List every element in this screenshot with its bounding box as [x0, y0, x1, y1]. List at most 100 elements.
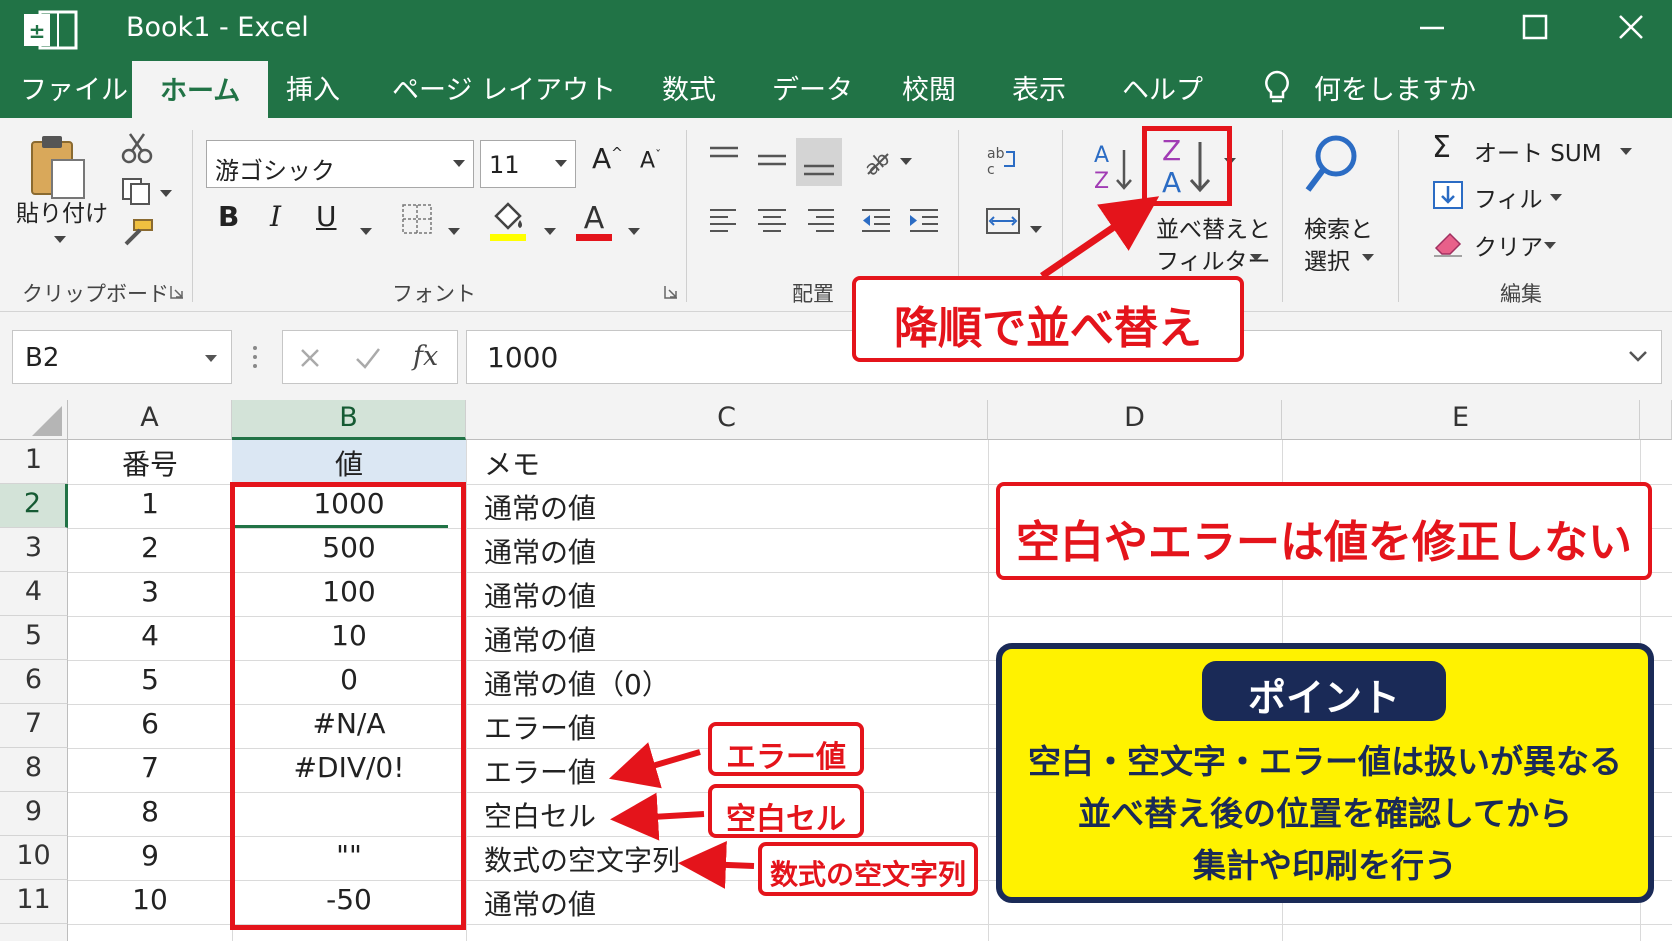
tab-file[interactable]: ファイル [20, 68, 128, 107]
font-color-icon[interactable]: A [574, 198, 614, 242]
underline-button[interactable]: U [316, 200, 337, 233]
cell-c[interactable]: 通常の値 [466, 616, 988, 660]
cell-b[interactable]: 値 [232, 440, 466, 484]
sort-ascending-icon[interactable]: A Z [1090, 140, 1136, 198]
find-magnifier-icon[interactable] [1302, 132, 1362, 200]
name-box-dropdown-icon[interactable] [205, 355, 217, 362]
fill-color-icon[interactable] [488, 198, 528, 242]
close-icon[interactable] [1608, 8, 1652, 48]
cell-a[interactable]: 9 [68, 836, 232, 880]
insert-function-icon[interactable]: fx [413, 341, 438, 372]
row-header[interactable]: 3 [0, 528, 68, 572]
maximize-icon[interactable] [1512, 8, 1556, 48]
cancel-icon[interactable] [297, 345, 323, 371]
font-color-chevron-icon[interactable] [628, 228, 640, 235]
tab-home[interactable]: ホーム [132, 61, 269, 118]
cell-a[interactable]: 10 [68, 880, 232, 924]
italic-button[interactable]: I [270, 200, 281, 233]
cell-c[interactable]: 通常の値（0） [466, 660, 988, 704]
find-select-label-line2[interactable]: 選択 [1304, 242, 1350, 276]
row-header[interactable]: 5 [0, 616, 68, 660]
sort-filter-chevron-icon[interactable] [1250, 254, 1262, 261]
cell-c[interactable]: 通常の値 [466, 572, 988, 616]
row-header[interactable]: 6 [0, 660, 68, 704]
font-size-combo[interactable]: 11 [480, 140, 576, 188]
font-size-dropdown-icon[interactable] [555, 160, 567, 167]
column-header-e[interactable]: E [1282, 400, 1640, 440]
minimize-icon[interactable] [1410, 8, 1454, 48]
tab-data[interactable]: データ [772, 68, 853, 107]
increase-font-size-icon[interactable]: A^ [592, 142, 623, 175]
underline-chevron-icon[interactable] [360, 228, 372, 235]
format-painter-icon[interactable] [118, 218, 154, 248]
align-middle-icon[interactable] [754, 142, 790, 178]
row-header[interactable]: 9 [0, 792, 68, 836]
fill-down-icon[interactable] [1432, 180, 1464, 210]
sort-filter-label-line1[interactable]: 並べ替えと [1156, 210, 1271, 244]
tab-formulas[interactable]: 数式 [662, 68, 716, 107]
tell-me-search[interactable]: 何をしますか [1314, 68, 1476, 107]
find-select-label-line1[interactable]: 検索と [1304, 210, 1373, 244]
cell-a[interactable]: 6 [68, 704, 232, 748]
cell-c[interactable]: 通常の値 [466, 484, 988, 528]
orientation-chevron-icon[interactable] [900, 158, 912, 165]
row-header[interactable]: 2 [0, 484, 68, 528]
autosum-label[interactable]: オート SUM [1474, 134, 1602, 168]
cell-a[interactable]: 7 [68, 748, 232, 792]
copy-icon[interactable] [120, 176, 154, 206]
column-header-c[interactable]: C [466, 400, 988, 440]
borders-chevron-icon[interactable] [448, 228, 460, 235]
tab-page-layout[interactable]: ページ レイアウト [392, 68, 616, 107]
row-header[interactable]: 8 [0, 748, 68, 792]
column-header-a[interactable]: A [68, 400, 232, 440]
paste-icon[interactable] [26, 132, 90, 202]
expand-formula-bar-icon[interactable] [1625, 343, 1651, 369]
merge-chevron-icon[interactable] [1030, 226, 1042, 233]
cell-c[interactable]: 通常の値 [466, 528, 988, 572]
tab-insert[interactable]: 挿入 [286, 68, 340, 107]
font-name-combo[interactable]: 游ゴシック [206, 140, 474, 188]
align-center-icon[interactable] [754, 204, 790, 238]
align-top-icon[interactable] [706, 142, 742, 178]
row-header[interactable]: 4 [0, 572, 68, 616]
clear-chevron-icon[interactable] [1544, 242, 1556, 249]
cell-a[interactable]: 番号 [68, 440, 232, 484]
dialog-launcher-icon[interactable] [170, 285, 184, 299]
clear-eraser-icon[interactable] [1432, 228, 1464, 258]
fill-chevron-icon[interactable] [1550, 194, 1562, 201]
bold-button[interactable]: B [218, 200, 239, 233]
borders-icon[interactable] [400, 202, 434, 236]
row-header[interactable]: 10 [0, 836, 68, 880]
autosum-icon[interactable]: Σ [1432, 130, 1451, 165]
cell-c[interactable]: メモ [466, 440, 988, 484]
paste-button-label[interactable]: 貼り付け [16, 194, 108, 228]
cell-a[interactable]: 5 [68, 660, 232, 704]
clear-label[interactable]: クリア [1474, 228, 1543, 262]
tab-review[interactable]: 校閲 [902, 68, 956, 107]
formula-bar-grip-icon[interactable] [248, 342, 262, 372]
orientation-icon[interactable]: ab [858, 142, 894, 178]
autosum-chevron-icon[interactable] [1620, 148, 1632, 155]
wrap-text-icon[interactable]: abc [984, 142, 1020, 178]
align-bottom-button[interactable] [796, 138, 842, 186]
decrease-font-size-icon[interactable]: Aˇ [640, 148, 661, 173]
paste-chevron-icon[interactable] [54, 236, 66, 243]
align-left-icon[interactable] [706, 204, 742, 238]
tab-help[interactable]: ヘルプ [1122, 68, 1203, 107]
font-name-dropdown-icon[interactable] [453, 160, 465, 167]
cell-a[interactable]: 8 [68, 792, 232, 836]
cell-a[interactable]: 1 [68, 484, 232, 528]
name-box[interactable]: B2 [12, 330, 232, 384]
column-header-b[interactable]: B [232, 400, 466, 440]
row-header[interactable]: 7 [0, 704, 68, 748]
cell-a[interactable]: 4 [68, 616, 232, 660]
row-header-partial[interactable] [0, 924, 68, 941]
merge-center-icon[interactable] [984, 204, 1022, 238]
copy-chevron-icon[interactable] [160, 190, 172, 197]
select-all-corner[interactable] [0, 400, 68, 440]
column-header-partial[interactable] [1640, 400, 1672, 440]
align-right-icon[interactable] [802, 204, 838, 238]
column-header-d[interactable]: D [988, 400, 1282, 440]
dialog-launcher-icon[interactable] [664, 285, 678, 299]
fill-label[interactable]: フィル [1474, 180, 1543, 214]
